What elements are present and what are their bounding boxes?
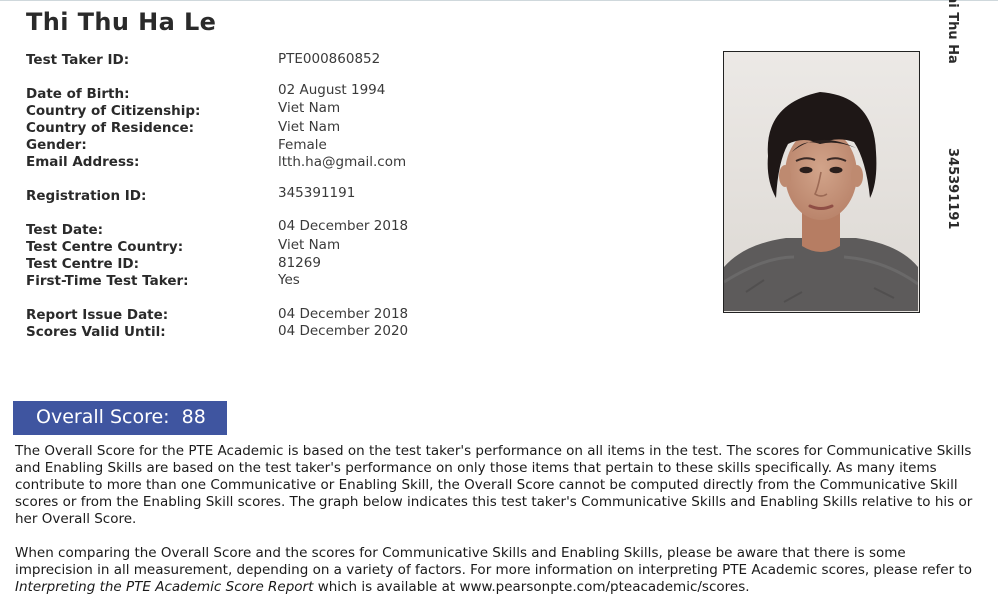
scores-valid-until-row: Scores Valid Until: 04 December 2020 [26, 323, 446, 342]
test-taker-name: Thi Thu Ha Le [26, 8, 217, 36]
side-vertical-name: hi Thu Ha [945, 0, 960, 64]
note-text-after: which is available at www.pearsonpte.com… [313, 579, 750, 595]
date-of-birth-label: Date of Birth: [26, 86, 130, 102]
first-time-test-taker-row: First-Time Test Taker: Yes [26, 272, 446, 291]
registration-id-value: 345391191 [278, 185, 356, 201]
country-of-citizenship-row: Country of Citizenship: Viet Nam [26, 100, 446, 121]
portrait-image [724, 52, 918, 311]
test-taker-id-row: Test Taker ID: PTE000860852 [26, 51, 446, 70]
country-of-residence-row: Country of Residence: Viet Nam [26, 119, 446, 138]
email-address-row: Email Address: ltth.ha@gmail.com [26, 154, 446, 172]
test-centre-country-row: Test Centre Country: Viet Nam [26, 237, 446, 257]
side-vertical-id: 345391191 [945, 148, 960, 230]
overall-score-banner: Overall Score: 88 [13, 401, 227, 435]
first-time-test-taker-value: Yes [278, 272, 300, 288]
country-of-residence-value: Viet Nam [278, 119, 341, 135]
test-centre-country-label: Test Centre Country: [26, 239, 184, 255]
test-centre-id-label: Test Centre ID: [26, 256, 140, 272]
report-issue-date-value: 04 December 2018 [278, 306, 409, 322]
test-date-row: Test Date: 04 December 2018 [26, 218, 446, 240]
email-address-label: Email Address: [26, 154, 140, 170]
registration-id-label: Registration ID: [26, 188, 147, 204]
test-taker-id-value: PTE000860852 [278, 51, 381, 67]
overall-score-value: 88 [181, 406, 206, 428]
test-centre-id-row: Test Centre ID: 81269 [26, 255, 446, 274]
overall-score-label: Overall Score: [36, 406, 170, 428]
note-text-before: When comparing the Overall Score and the… [15, 545, 972, 578]
score-report-title: Interpreting the PTE Academic Score Repo… [15, 579, 314, 595]
test-taker-photo [723, 51, 920, 313]
report-issue-date-label: Report Issue Date: [26, 307, 169, 323]
test-date-value: 04 December 2018 [278, 218, 409, 234]
scores-valid-until-label: Scores Valid Until: [26, 324, 166, 340]
gender-row: Gender: Female [26, 137, 446, 155]
score-interpretation-note: When comparing the Overall Score and the… [15, 545, 985, 596]
country-of-citizenship-value: Viet Nam [278, 100, 341, 116]
overall-score-explanation: The Overall Score for the PTE Academic i… [15, 443, 973, 527]
scores-valid-until-value: 04 December 2020 [278, 323, 409, 339]
test-centre-country-value: Viet Nam [278, 237, 341, 253]
country-of-citizenship-label: Country of Citizenship: [26, 103, 201, 119]
email-address-value: ltth.ha@gmail.com [278, 154, 407, 170]
registration-id-row: Registration ID: 345391191 [26, 185, 446, 206]
gender-value: Female [278, 137, 327, 153]
date-of-birth-value: 02 August 1994 [278, 82, 386, 98]
test-taker-id-label: Test Taker ID: [26, 52, 130, 68]
date-of-birth-row: Date of Birth: 02 August 1994 [26, 82, 446, 104]
test-date-label: Test Date: [26, 222, 104, 238]
test-centre-id-value: 81269 [278, 255, 321, 271]
first-time-test-taker-label: First-Time Test Taker: [26, 273, 189, 289]
top-divider [0, 0, 998, 1]
country-of-residence-label: Country of Residence: [26, 120, 195, 136]
gender-label: Gender: [26, 137, 87, 153]
